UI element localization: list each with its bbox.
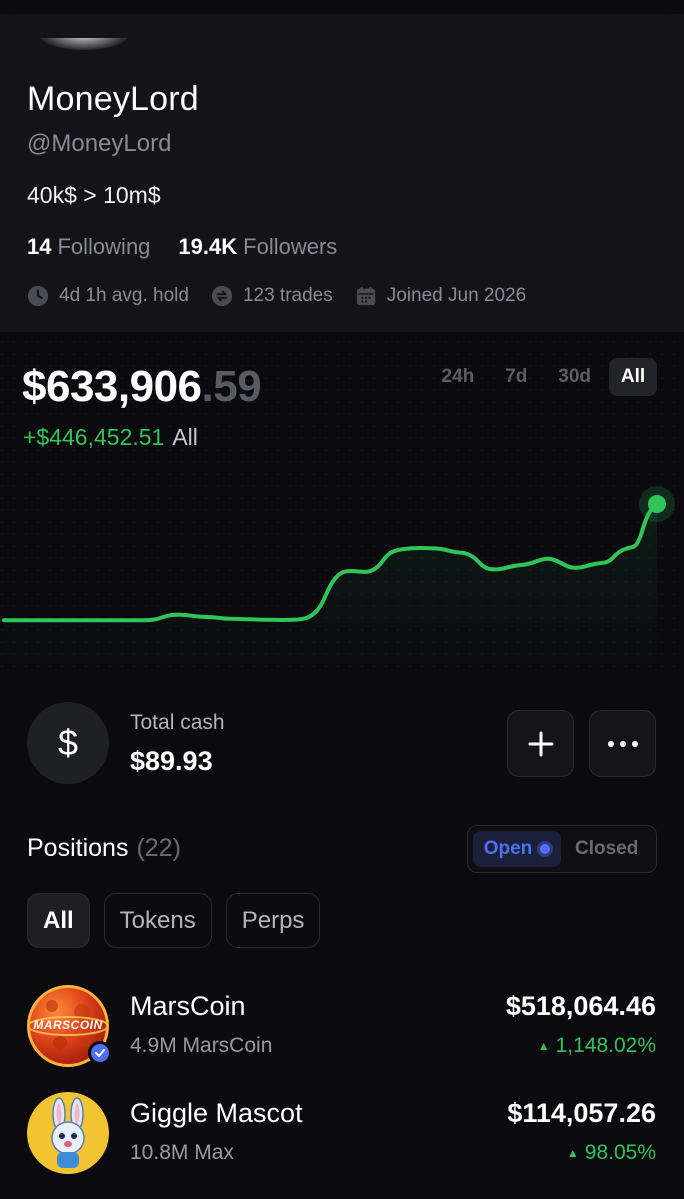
verified-badge-icon: [88, 1041, 112, 1065]
position-filters: All Tokens Perps: [27, 893, 321, 948]
active-dot-icon: [540, 844, 551, 854]
list-item[interactable]: Giggle Mascot 10.8M Max $114,057.26 ▲ 98.…: [0, 1092, 684, 1174]
top-backdrop: [0, 0, 684, 14]
plus-icon: [528, 731, 553, 756]
filter-tokens[interactable]: Tokens: [103, 893, 212, 948]
followers-stat[interactable]: 19.4K Followers: [178, 234, 337, 260]
toggle-open[interactable]: Open: [473, 831, 561, 867]
pnl-period: All: [172, 424, 198, 450]
portfolio-value-main: $633,906: [22, 362, 202, 411]
follow-stats: 14 Following 19.4K Followers: [27, 234, 337, 260]
avg-hold-text: 4d 1h avg. hold: [59, 285, 189, 306]
profile-meta: 4d 1h avg. hold 123 trades Joined Jun 20…: [27, 285, 548, 307]
asset-change: ▲ 98.05%: [567, 1141, 656, 1165]
filter-all[interactable]: All: [27, 893, 90, 948]
range-24h[interactable]: 24h: [432, 358, 485, 396]
up-triangle-icon: ▲: [566, 1146, 579, 1160]
asset-change: ▲ 1,148.02%: [538, 1034, 656, 1058]
toggle-closed[interactable]: Closed: [575, 838, 638, 860]
positions-title: Positions (22): [27, 834, 181, 863]
profile-handle: @MoneyLord: [27, 130, 172, 157]
following-label: Following: [57, 234, 151, 259]
profile-header: MoneyLord @MoneyLord 40k$ > 10m$ 14 Follo…: [0, 0, 684, 332]
profile-card-top: [0, 14, 684, 34]
asset-change-value: 98.05%: [584, 1141, 656, 1164]
avg-hold: 4d 1h avg. hold: [27, 285, 189, 307]
range-30d[interactable]: 30d: [548, 358, 601, 396]
avatar[interactable]: [40, 38, 128, 52]
giggle-mascot-logo: [27, 1092, 109, 1174]
trades-text: 123 trades: [242, 285, 333, 306]
range-all[interactable]: All: [609, 358, 657, 396]
range-selector: 24h 7d 30d All: [432, 358, 657, 396]
list-item[interactable]: MARSCOIN MarsCoin 4.9M MarsCoin $518,064…: [0, 985, 684, 1067]
marscoin-logo-text: MARSCOIN: [33, 1018, 103, 1032]
toggle-open-label: Open: [483, 838, 533, 859]
asset-value: $114,057.26: [507, 1098, 656, 1128]
cash-value: $89.93: [130, 746, 213, 776]
joined-text: Joined Jun 2026: [386, 285, 527, 306]
asset-quantity: 4.9M MarsCoin: [130, 1034, 273, 1057]
positions-title-text: Positions: [27, 834, 129, 862]
asset-quantity: 10.8M Max: [130, 1141, 234, 1164]
followers-count: 19.4K: [178, 234, 238, 259]
following-stat[interactable]: 14 Following: [27, 234, 150, 260]
trades: 123 trades: [211, 285, 333, 307]
chart-end-point: [648, 495, 666, 513]
calendar-icon: [356, 286, 375, 306]
range-7d[interactable]: 7d: [492, 358, 540, 396]
add-cash-button[interactable]: [507, 710, 574, 777]
portfolio-value: $633,906.59: [22, 362, 262, 412]
following-count: 14: [27, 234, 52, 259]
positions-count: (22): [136, 834, 181, 862]
pnl-value: +$446,452.51: [23, 424, 165, 450]
more-icon: [607, 740, 638, 747]
profile-bio: 40k$ > 10m$: [27, 182, 161, 208]
portfolio-value-cents: .59: [201, 362, 262, 411]
dollar-icon: $: [27, 702, 109, 784]
asset-change-value: 1,148.02%: [555, 1034, 656, 1057]
asset-name: Giggle Mascot: [130, 1098, 303, 1128]
swap-icon: [211, 285, 233, 307]
profile-name: MoneyLord: [27, 80, 199, 118]
up-triangle-icon: ▲: [537, 1039, 550, 1053]
more-options-button[interactable]: [589, 710, 656, 777]
asset-value: $518,064.46: [505, 991, 656, 1021]
pnl-summary: +$446,452.51 All: [23, 424, 198, 451]
joined: Joined Jun 2026: [355, 285, 526, 307]
clock-icon: [27, 285, 49, 307]
followers-label: Followers: [243, 234, 338, 259]
asset-name: MarsCoin: [130, 991, 246, 1021]
bunny-mascot-icon: [51, 1097, 85, 1168]
cash-label: Total cash: [130, 711, 225, 734]
open-closed-toggle: Open Closed: [467, 825, 657, 873]
filter-perps[interactable]: Perps: [225, 893, 321, 948]
